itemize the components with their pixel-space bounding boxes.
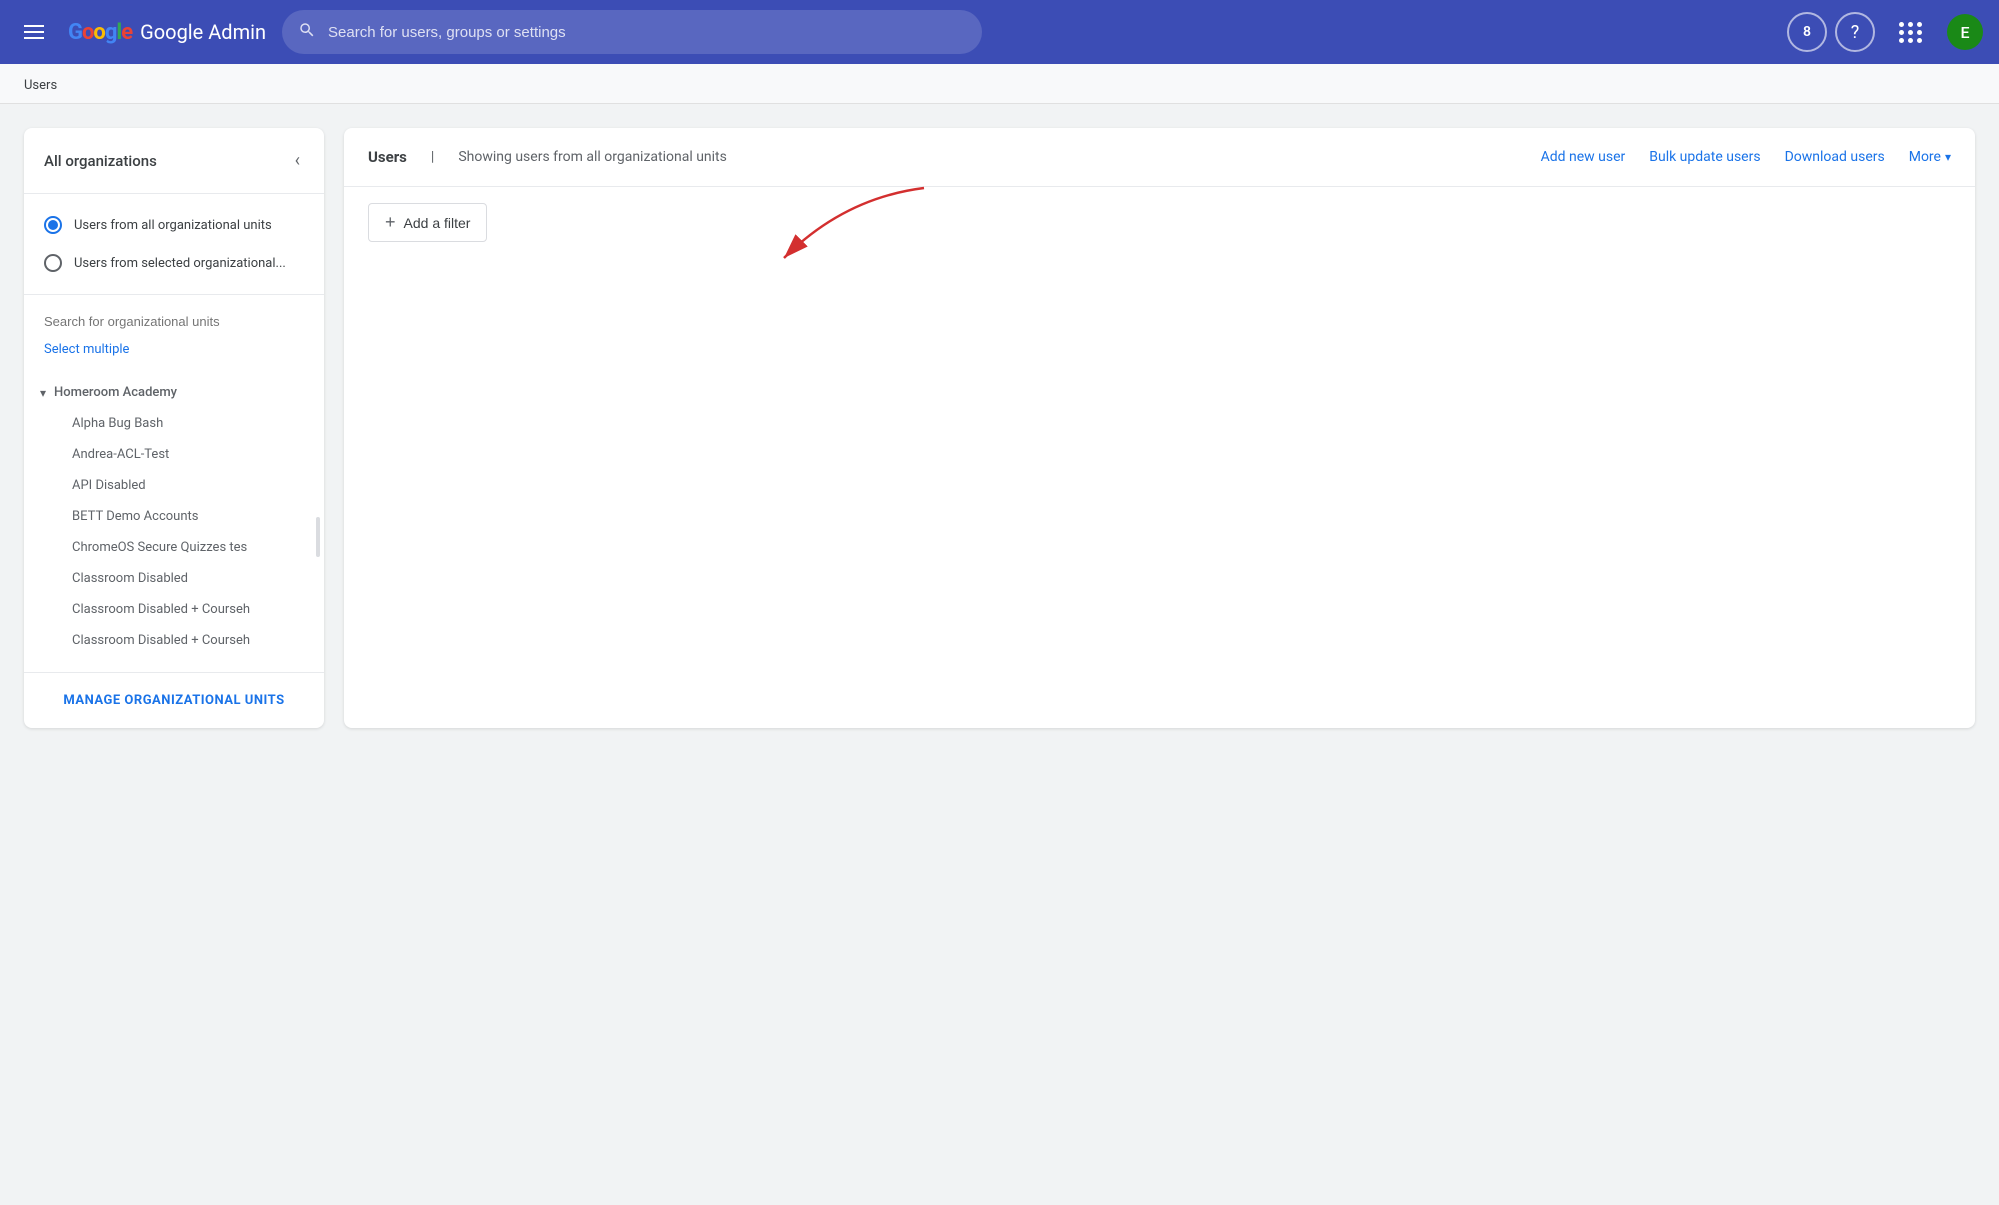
filter-bar: + Add a filter <box>344 187 1975 258</box>
org-child-classroom-disabled-courseh2[interactable]: Classroom Disabled + Courseh <box>24 625 324 656</box>
plus-icon: + <box>385 212 396 233</box>
org-tree: ▾ Homeroom Academy Alpha Bug Bash Andrea… <box>24 369 324 664</box>
collapse-icon[interactable]: ‹ <box>291 146 304 175</box>
top-bar-actions: 8 ? E <box>1787 6 1983 59</box>
sidebar: All organizations ‹ Users from all organ… <box>24 128 324 728</box>
content-header: Users | Showing users from all organizat… <box>344 128 1975 187</box>
bulk-update-link[interactable]: Bulk update users <box>1649 149 1760 165</box>
avatar[interactable]: E <box>1947 14 1983 50</box>
search-icon <box>298 21 316 44</box>
top-navigation-bar: Google Google Admin 8 ? E <box>0 0 1999 64</box>
manage-org-button[interactable]: MANAGE ORGANIZATIONAL UNITS <box>24 672 324 728</box>
org-child-bett[interactable]: BETT Demo Accounts <box>24 501 324 532</box>
google-admin-logo: Google Google Admin <box>68 20 266 45</box>
org-parent-homeroom[interactable]: ▾ Homeroom Academy <box>24 377 324 408</box>
global-search-input[interactable] <box>328 24 966 41</box>
sidebar-title: All organizations <box>44 152 157 170</box>
chevron-down-icon: ▾ <box>40 386 46 400</box>
radio-selected-label: Users from selected organizational... <box>74 256 286 271</box>
notification-badge[interactable]: 8 <box>1787 12 1827 52</box>
org-search-section <box>24 295 324 338</box>
download-users-link[interactable]: Download users <box>1785 149 1885 165</box>
content-title: Users <box>368 148 407 166</box>
content-wrapper: Users | Showing users from all organizat… <box>344 128 1975 728</box>
org-child-alpha[interactable]: Alpha Bug Bash <box>24 408 324 439</box>
sidebar-header: All organizations ‹ <box>24 128 324 194</box>
radio-selected-circle <box>44 254 62 272</box>
breadcrumb-label: Users <box>24 78 57 93</box>
apps-grid-button[interactable] <box>1883 6 1939 59</box>
breadcrumb: Users <box>0 64 1999 104</box>
org-child-classroom-disabled[interactable]: Classroom Disabled <box>24 563 324 594</box>
global-search-bar[interactable] <box>282 10 982 54</box>
org-child-andrea[interactable]: Andrea-ACL-Test <box>24 439 324 470</box>
app-title: Google Admin <box>140 20 266 44</box>
header-actions: Add new user Bulk update users Download … <box>1541 149 1951 165</box>
hamburger-menu-icon[interactable] <box>16 17 52 47</box>
radio-option-selected[interactable]: Users from selected organizational... <box>24 244 324 282</box>
more-dropdown-button[interactable]: More ▾ <box>1909 149 1951 165</box>
add-filter-label: Add a filter <box>404 215 471 231</box>
org-parent-label: Homeroom Academy <box>54 385 177 400</box>
add-new-user-link[interactable]: Add new user <box>1541 149 1626 165</box>
radio-all-label: Users from all organizational units <box>74 218 272 233</box>
org-search-input[interactable] <box>44 314 304 329</box>
add-filter-button[interactable]: + Add a filter <box>368 203 487 242</box>
org-child-api[interactable]: API Disabled <box>24 470 324 501</box>
chevron-down-icon: ▾ <box>1945 150 1951 164</box>
content-area: Users | Showing users from all organizat… <box>344 128 1975 728</box>
scrollbar-indicator[interactable] <box>316 517 320 557</box>
select-multiple-link[interactable]: Select multiple <box>24 338 324 369</box>
more-label: More <box>1909 149 1941 165</box>
header-pipe: | <box>431 149 434 165</box>
org-child-chromeos[interactable]: ChromeOS Secure Quizzes tes <box>24 532 324 563</box>
help-icon-button[interactable]: ? <box>1835 12 1875 52</box>
main-layout: All organizations ‹ Users from all organ… <box>0 104 1999 752</box>
content-subtitle: Showing users from all organizational un… <box>458 149 727 165</box>
org-child-classroom-disabled-courseh1[interactable]: Classroom Disabled + Courseh <box>24 594 324 625</box>
radio-option-all[interactable]: Users from all organizational units <box>24 206 324 244</box>
radio-all-circle <box>44 216 62 234</box>
org-filter-options: Users from all organizational units User… <box>24 194 324 295</box>
